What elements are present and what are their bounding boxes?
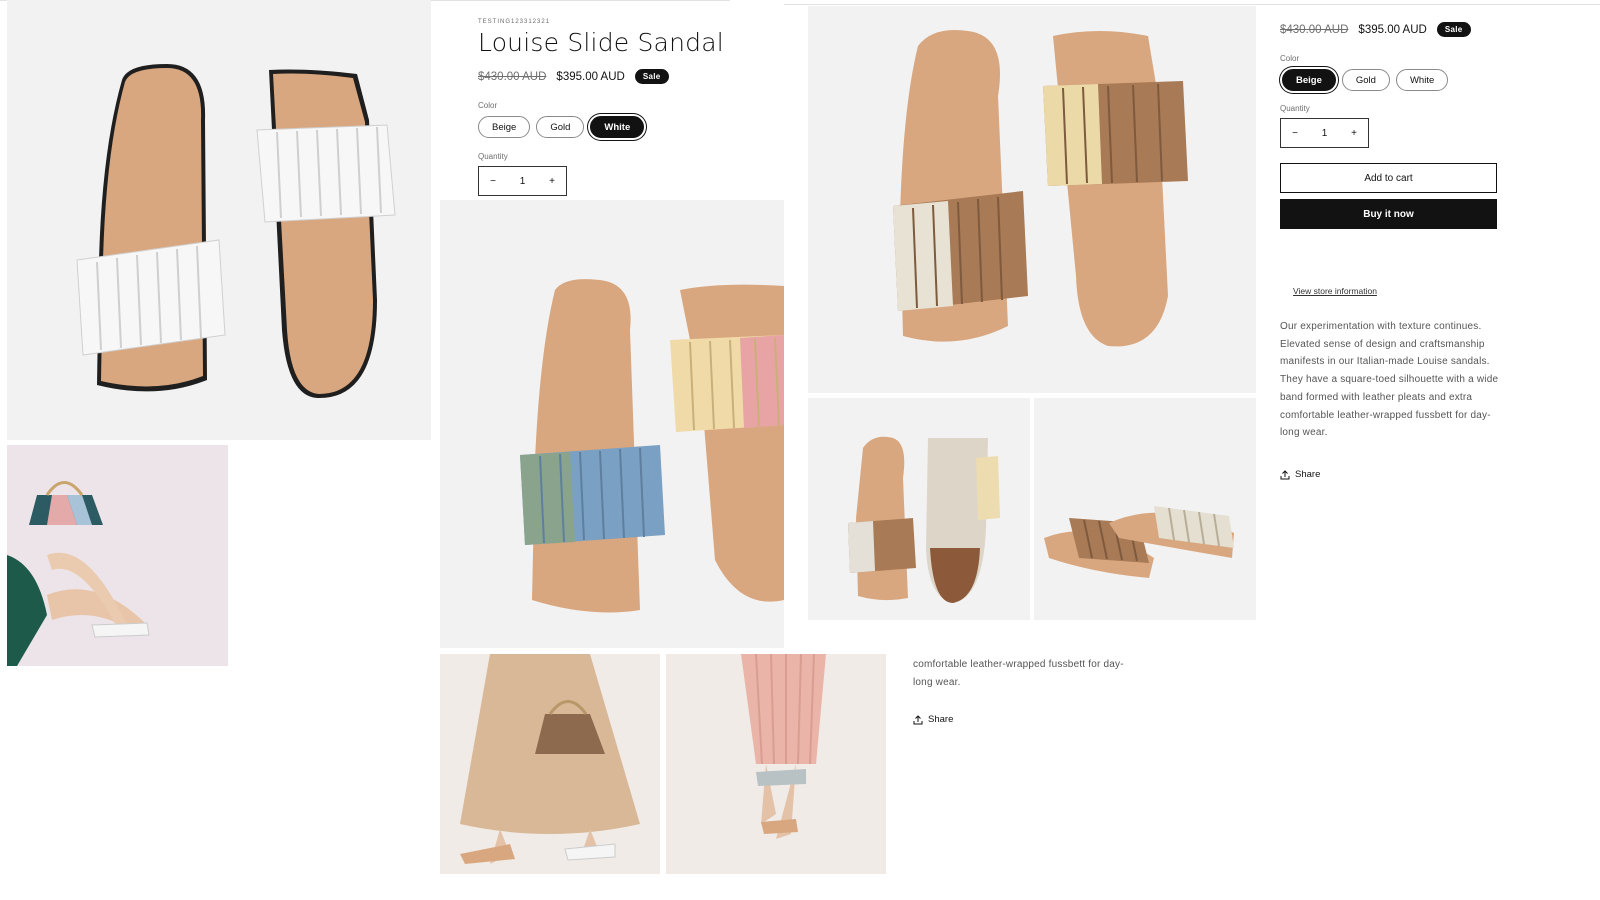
color-option-beige[interactable]: Beige	[1282, 69, 1336, 91]
color-option-gold[interactable]: Gold	[1341, 69, 1390, 91]
quantity-decrement-button[interactable]: −	[1281, 119, 1309, 147]
color-option-white[interactable]: White	[1395, 69, 1449, 91]
quantity-stepper-right: − 1 +	[1280, 118, 1369, 148]
product-vendor: TESTING123312321	[478, 19, 551, 25]
quantity-value[interactable]: 1	[509, 167, 537, 195]
quantity-decrement-button[interactable]: −	[479, 167, 507, 195]
quantity-label: Quantity	[478, 152, 508, 161]
description-line: manifests in our Italian-made Louise san…	[1280, 356, 1490, 368]
multicolor-sandal-pair-image[interactable]	[440, 200, 784, 648]
product-title: Louise Slide Sandal	[478, 28, 724, 57]
description-tail: comfortable leather-wrapped fussbett for…	[913, 656, 1173, 691]
share-icon	[1280, 469, 1290, 479]
quantity-increment-button[interactable]: +	[1340, 119, 1368, 147]
quantity-label: Quantity	[1280, 104, 1310, 113]
quantity-value[interactable]: 1	[1311, 119, 1339, 147]
sandal-sole-view-image[interactable]	[808, 398, 1030, 620]
model-walking-pink-skirt-image[interactable]	[666, 654, 886, 874]
description-line: comfortable leather-wrapped fussbett for…	[913, 659, 1124, 670]
sale-badge: Sale	[634, 69, 669, 84]
model-with-bag-image[interactable]	[7, 445, 228, 666]
description-line: Our experimentation with texture continu…	[1280, 321, 1482, 332]
quantity-stepper: − 1 +	[478, 166, 567, 196]
description-line: They have a square-toed silhouette with …	[1280, 374, 1499, 386]
product-description: Our experimentation with texture continu…	[1280, 318, 1520, 442]
buy-it-now-button[interactable]: Buy it now	[1280, 199, 1497, 229]
regular-price: $430.00 AUD	[478, 70, 547, 83]
sale-price: $395.00 AUD	[556, 70, 625, 83]
price-row-right: $430.00 AUD $395.00 AUD Sale	[1280, 22, 1471, 37]
sandal-side-view-image[interactable]	[1034, 398, 1256, 620]
beige-sandal-pair-image[interactable]	[808, 6, 1256, 393]
color-label: Color	[478, 101, 498, 110]
description-line: Elevated sense of design and craftsmansh…	[1280, 338, 1485, 350]
model-walking-beige-dress-image[interactable]	[440, 654, 660, 874]
color-option-gold[interactable]: Gold	[536, 116, 585, 138]
white-sandal-pair-image[interactable]	[7, 0, 431, 440]
share-icon	[913, 714, 923, 724]
description-line: comfortable leather-wrapped fussbett for…	[1280, 409, 1491, 421]
sale-price: $395.00 AUD	[1358, 23, 1427, 36]
color-swatches-right: Beige Gold White	[1282, 69, 1449, 91]
add-to-cart-button[interactable]: Add to cart	[1280, 163, 1497, 193]
regular-price: $430.00 AUD	[1280, 23, 1349, 36]
color-label: Color	[1280, 54, 1300, 63]
share-label: Share	[928, 714, 954, 725]
color-option-white[interactable]: White	[590, 116, 645, 138]
description-line: long wear.	[1280, 427, 1328, 439]
share-label: Share	[1295, 469, 1321, 480]
sale-badge: Sale	[1436, 22, 1471, 37]
description-line: band formed with leather pleats and extr…	[1280, 391, 1473, 403]
color-option-beige[interactable]: Beige	[478, 116, 531, 138]
description-line: long wear.	[913, 676, 961, 688]
quantity-increment-button[interactable]: +	[538, 167, 566, 195]
share-button-overlap[interactable]: Share	[913, 714, 953, 725]
right-top-divider	[784, 4, 1600, 5]
view-store-information-link[interactable]: View store information	[1293, 286, 1377, 296]
color-swatches: Beige Gold White	[478, 116, 645, 138]
price-row: $430.00 AUD $395.00 AUD Sale	[478, 69, 669, 84]
share-button[interactable]: Share	[1280, 469, 1320, 480]
